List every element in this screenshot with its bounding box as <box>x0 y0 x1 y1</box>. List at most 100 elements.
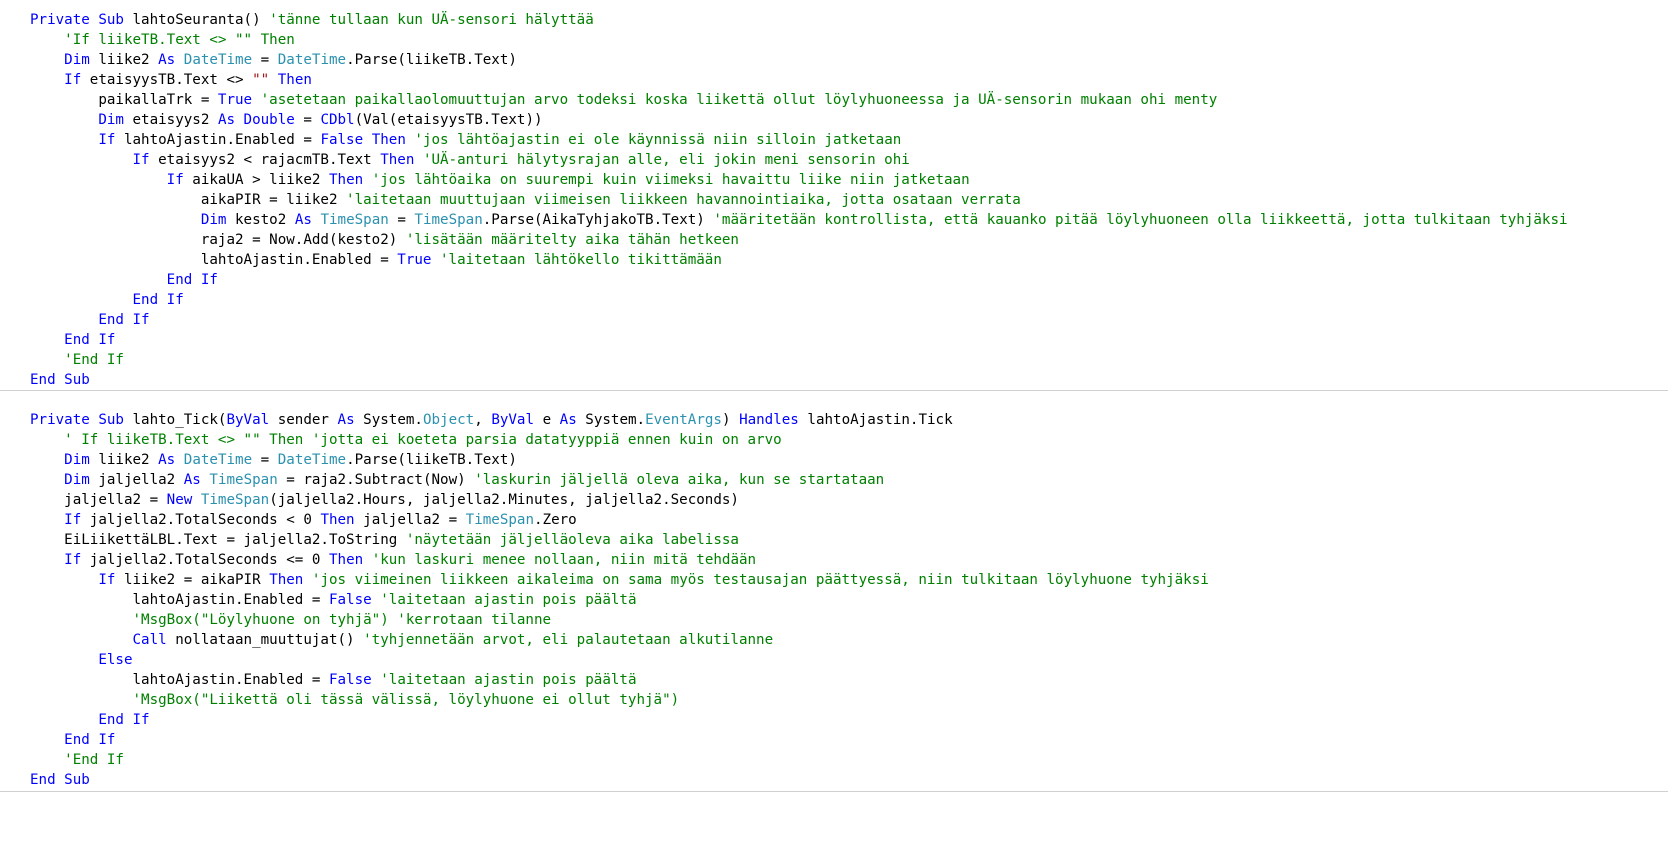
code-keyword: As <box>158 452 176 468</box>
code-text: etaisyys2 < rajacmTB.Text <box>149 152 381 168</box>
code-type: EventArgs <box>645 412 722 428</box>
code-editor[interactable]: Private Sub lahtoSeuranta() 'tänne tulla… <box>0 0 1668 854</box>
code-line: EiLiikettäLBL.Text = jaljella2.ToString … <box>30 530 739 550</box>
code-comment: 'End If <box>64 752 124 768</box>
code-line: End If <box>30 270 218 290</box>
code-keyword: As <box>559 412 577 428</box>
code-text: = <box>252 52 278 68</box>
code-keyword: Dim <box>64 472 90 488</box>
procedure-separator <box>0 791 1668 792</box>
code-text: paikallaTrk = <box>30 92 218 108</box>
code-keyword: As Double <box>217 112 295 128</box>
code-line: aikaPIR = liike2 'laitetaan muuttujaan v… <box>30 190 1021 210</box>
code-text: kesto2 <box>226 212 295 228</box>
code-line: Dim kesto2 As TimeSpan = TimeSpan.Parse(… <box>30 210 1568 230</box>
code-keyword: Dim <box>64 452 90 468</box>
code-keyword: End If <box>64 732 116 748</box>
code-comment: 'kun laskuri menee nollaan, niin mitä te… <box>371 552 757 568</box>
code-type: DateTime <box>183 452 253 468</box>
code-type: TimeSpan <box>209 472 278 488</box>
code-keyword: Dim <box>64 52 90 68</box>
code-text: = raja2.Subtract(Now) <box>277 472 475 488</box>
code-line: Private Sub lahtoSeuranta() 'tänne tulla… <box>30 10 594 30</box>
code-keyword: True <box>397 252 432 268</box>
code-keyword: If <box>64 512 82 528</box>
code-line: If etaisyys2 < rajacmTB.Text Then 'UÄ-an… <box>30 150 910 170</box>
code-text: etaisyys2 <box>123 112 218 128</box>
code-line: Dim jaljella2 As TimeSpan = raja2.Subtra… <box>30 470 884 490</box>
code-keyword: End Sub <box>30 772 90 788</box>
code-text: etaisyysTB.Text <> <box>81 72 253 88</box>
code-comment: 'jos lähtöaika on suurempi kuin viimeksi… <box>371 172 970 188</box>
code-line: 'MsgBox("Löylyhuone on tyhjä") 'kerrotaa… <box>30 610 552 630</box>
code-keyword: Private Sub <box>30 12 124 28</box>
code-type: TimeSpan <box>465 512 534 528</box>
code-text: aikaUA > liike2 <box>183 172 329 188</box>
code-line: lahtoAjastin.Enabled = False 'laitetaan … <box>30 670 636 690</box>
code-type: TimeSpan <box>414 212 483 228</box>
code-keyword: Then <box>320 512 355 528</box>
code-text: lahtoAjastin.Enabled = <box>30 672 329 688</box>
code-comment: 'laitetaan ajastin pois päältä <box>380 672 637 688</box>
code-keyword: Then <box>277 72 312 88</box>
code-text: lahto_Tick( <box>123 412 227 428</box>
code-comment: 'tyhjennetään arvot, eli palautetaan alk… <box>363 632 774 648</box>
code-line: 'If liikeTB.Text <> "" Then <box>30 30 295 50</box>
code-keyword: As <box>337 412 355 428</box>
code-comment: 'laitetaan lähtökello tikittämään <box>440 252 722 268</box>
code-type: Object <box>422 412 475 428</box>
code-keyword: End If <box>98 712 150 728</box>
code-comment: 'MsgBox("Liikettä oli tässä välissä, löy… <box>132 692 680 708</box>
code-keyword: As <box>158 52 176 68</box>
code-text: liike2 <box>89 452 159 468</box>
code-comment: 'näytetään jäljelläoleva aika labelissa <box>405 532 739 548</box>
code-comment: 'tänne tullaan kun UÄ-sensori hälyttää <box>269 12 594 28</box>
code-line: Dim etaisyys2 As Double = CDbl(Val(etais… <box>30 110 543 130</box>
code-line: lahtoAjastin.Enabled = False 'laitetaan … <box>30 590 636 610</box>
code-type: TimeSpan <box>200 492 270 508</box>
code-keyword: Then <box>269 572 304 588</box>
code-line: If lahtoAjastin.Enabled = False Then 'jo… <box>30 130 901 150</box>
code-keyword: Then <box>328 552 364 568</box>
code-keyword: Call <box>132 632 167 648</box>
code-keyword: Dim <box>200 212 227 228</box>
code-comment: ' If liikeTB.Text <> "" Then 'jotta ei k… <box>64 432 782 448</box>
code-keyword: Private Sub <box>30 412 124 428</box>
code-keyword: False <box>320 132 364 148</box>
code-line: If jaljella2.TotalSeconds < 0 Then jalje… <box>30 510 577 530</box>
code-keyword: Then <box>380 152 415 168</box>
code-keyword: Then <box>371 132 406 148</box>
code-text: raja2 = Now.Add(kesto2) <box>30 232 406 248</box>
code-line: 'End If <box>30 750 124 770</box>
code-keyword: ByVal <box>226 412 270 428</box>
code-comment: 'määritetään kontrollista, että kauanko … <box>713 212 1568 228</box>
code-text: jaljella2 <box>89 472 184 488</box>
code-text: = <box>294 112 321 128</box>
code-line: If aikaUA > liike2 Then 'jos lähtöaika o… <box>30 170 970 190</box>
code-text: jaljella2.TotalSeconds < 0 <box>81 512 321 528</box>
code-text: jaljella2.TotalSeconds <= 0 <box>81 552 329 568</box>
code-keyword: If <box>98 572 116 588</box>
code-type: DateTime <box>183 52 253 68</box>
code-string: "" <box>252 72 270 88</box>
code-keyword: End Sub <box>30 372 90 388</box>
code-text: (Val(etaisyysTB.Text)) <box>354 112 543 128</box>
code-text: lahtoAjastin.Tick <box>798 412 953 428</box>
code-line: 'End If <box>30 350 124 370</box>
code-comment: 'End If <box>64 352 124 368</box>
